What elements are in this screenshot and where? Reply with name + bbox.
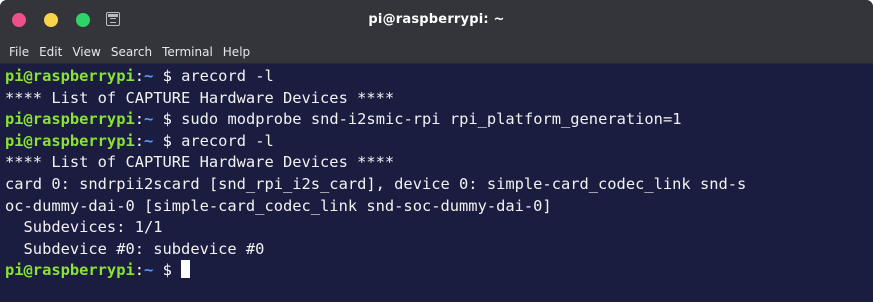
- prompt-separator: :: [134, 261, 145, 280]
- prompt-symbol: $: [153, 67, 182, 85]
- prompt-symbol: $: [153, 110, 182, 129]
- menu-bar: File Edit View Search Terminal Help: [0, 41, 873, 64]
- command-text: arecord -l: [181, 67, 274, 85]
- output-line: Subdevices: 1/1: [5, 218, 163, 237]
- command-line: pi@raspberrypi:~ $ arecord -l: [5, 66, 873, 88]
- prompt-symbol: $: [153, 131, 182, 150]
- menu-search[interactable]: Search: [106, 45, 157, 59]
- prompt-path: ~: [144, 67, 154, 85]
- menu-edit[interactable]: Edit: [34, 45, 67, 59]
- text-cursor: [181, 260, 191, 279]
- output-line: **** List of CAPTURE Hardware Devices **…: [5, 88, 395, 107]
- output-line: Subdevice #0: subdevice #0: [5, 239, 265, 258]
- prompt-separator: :: [134, 67, 145, 85]
- command-line: pi@raspberrypi:~ $ arecord -l: [5, 131, 873, 153]
- window-title: pi@raspberrypi: ~: [368, 12, 505, 27]
- prompt-user-host: pi@raspberrypi: [5, 131, 135, 150]
- prompt-path: ~: [144, 110, 154, 129]
- prompt-user-host: pi@raspberrypi: [5, 67, 135, 85]
- command-line: pi@raspberrypi:~ $: [5, 260, 873, 282]
- prompt-separator: :: [134, 110, 145, 129]
- menu-file[interactable]: File: [4, 45, 34, 59]
- menu-view[interactable]: View: [67, 45, 105, 59]
- title-bar[interactable]: pi@raspberrypi: ~: [0, 0, 873, 41]
- output-line: oc-dummy-dai-0 [simple-card_codec_link s…: [5, 196, 552, 215]
- prompt-path: ~: [144, 261, 154, 280]
- prompt-separator: :: [134, 131, 145, 150]
- prompt-symbol: $: [153, 261, 182, 280]
- output-line: card 0: sndrpii2scard [snd_rpi_i2s_card]…: [5, 174, 747, 193]
- prompt-user-host: pi@raspberrypi: [5, 110, 135, 129]
- command-text: sudo modprobe snd-i2smic-rpi rpi_platfor…: [181, 110, 682, 129]
- output-line: **** List of CAPTURE Hardware Devices **…: [5, 153, 395, 172]
- command-text: arecord -l: [181, 131, 274, 150]
- menu-help[interactable]: Help: [218, 45, 255, 59]
- menu-terminal[interactable]: Terminal: [157, 45, 218, 59]
- terminal-window: pi@raspberrypi: ~ File Edit View Search …: [0, 0, 873, 302]
- prompt-user-host: pi@raspberrypi: [5, 261, 135, 280]
- terminal-output[interactable]: pi@raspberrypi:~ $ arecord -l **** List o…: [0, 64, 873, 302]
- prompt-path: ~: [144, 131, 154, 150]
- command-line: pi@raspberrypi:~ $ sudo modprobe snd-i2s…: [5, 109, 873, 131]
